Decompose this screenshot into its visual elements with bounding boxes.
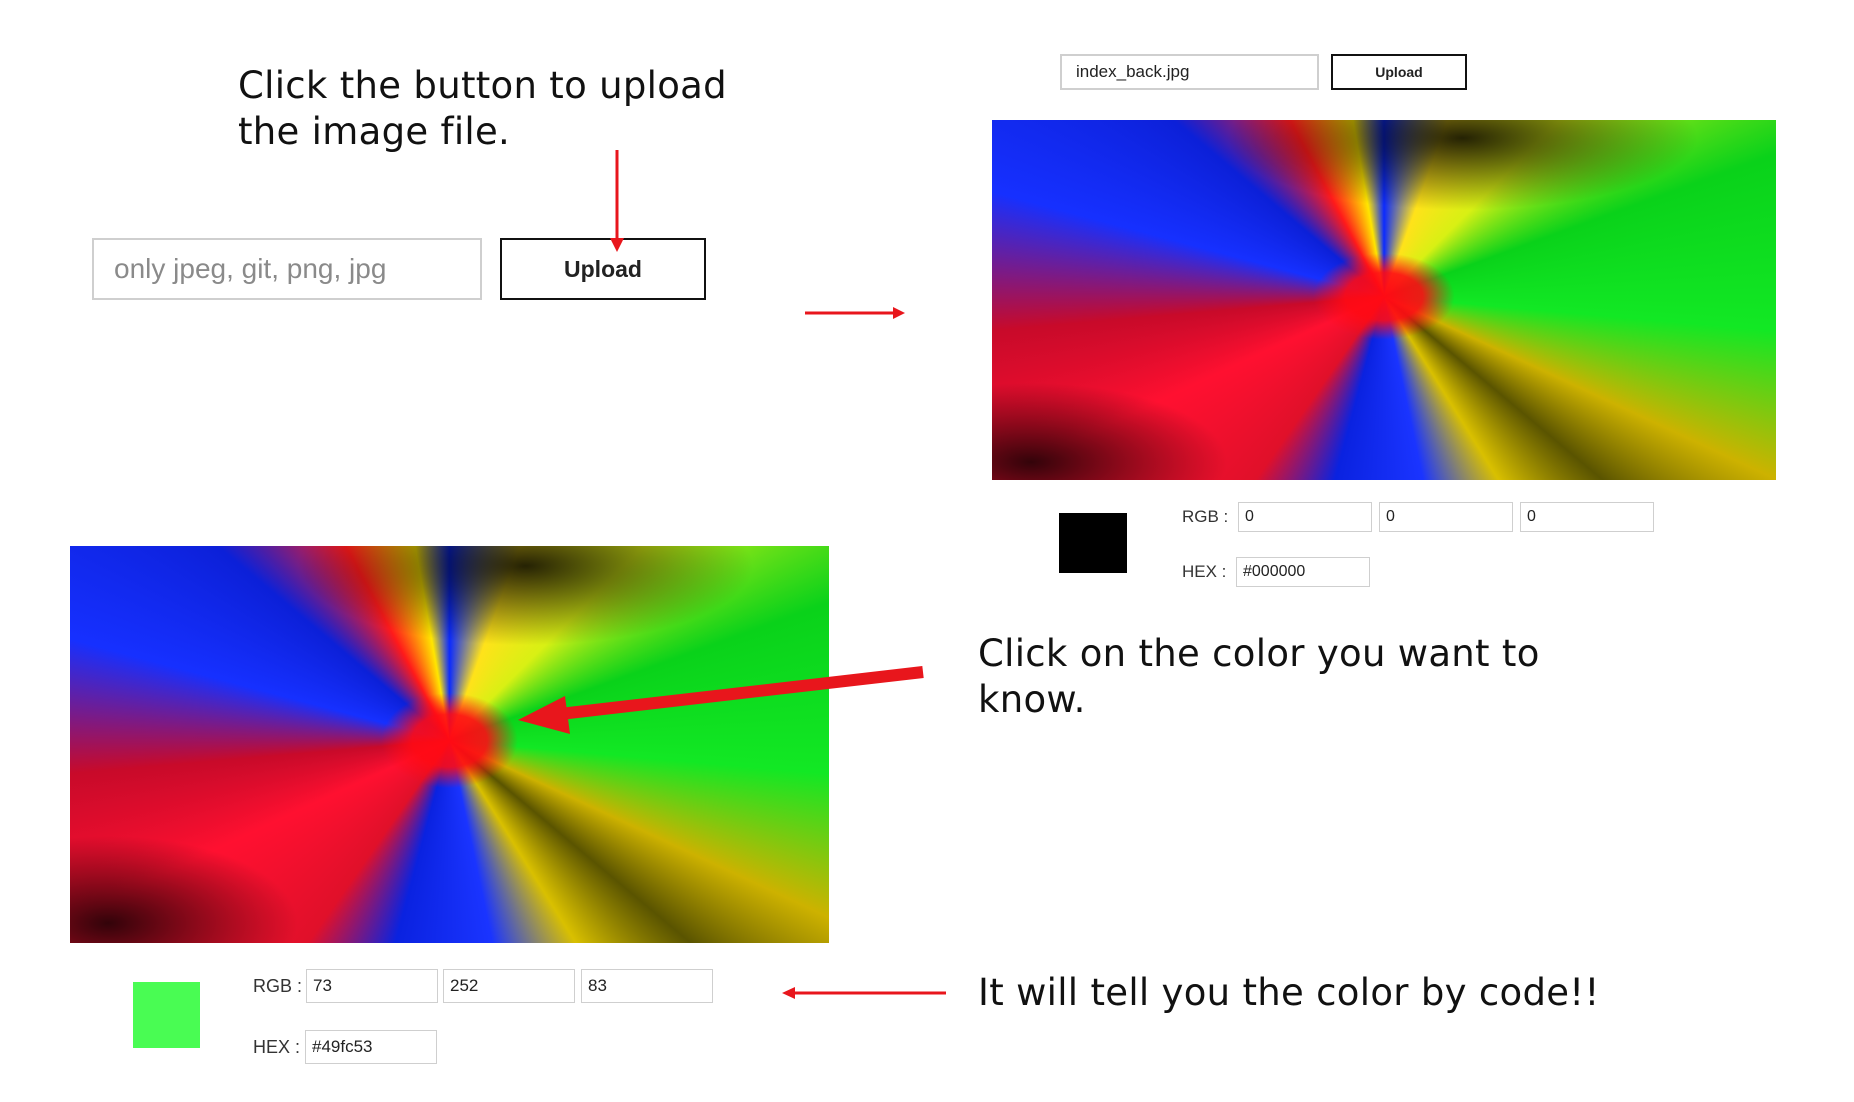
rgb-label-green: RGB : [253,976,303,996]
step2-caption-line2: know. [978,678,1086,721]
file-input-placeholder: only jpeg, git, png, jpg [114,253,387,284]
g-field-black[interactable]: 0 [1379,502,1513,532]
g-value-green: 252 [450,976,479,995]
left-arrow-icon [782,987,946,999]
hex-label-black: HEX : [1182,562,1227,581]
b-value-black: 0 [1527,508,1536,525]
file-input-filled[interactable]: index_back.jpg [1060,54,1319,90]
upload-button-loaded[interactable]: Upload [1331,54,1467,90]
r-field-black[interactable]: 0 [1238,502,1372,532]
step1-caption-line2: the image file. [238,110,511,153]
b-field-black[interactable]: 0 [1520,502,1654,532]
right-arrow-icon [805,307,905,319]
step3-caption: It will tell you the color by code!! [978,971,1600,1014]
file-input-filename: index_back.jpg [1076,62,1190,81]
file-input-empty[interactable]: only jpeg, git, png, jpg [92,238,482,300]
r-field-green[interactable]: 73 [306,969,438,1003]
g-field-green[interactable]: 252 [443,969,575,1003]
r-value-green: 73 [313,976,332,995]
down-arrow-icon [610,150,624,252]
step2-caption: Click on the color you want to know. [978,631,1540,723]
step2-caption-line1: Click on the color you want to [978,632,1540,675]
hex-value-black: #000000 [1243,563,1306,580]
rgb-label-black: RGB : [1182,507,1229,526]
r-value-black: 0 [1245,508,1254,525]
color-swatch-green [133,982,200,1048]
hex-label-green: HEX : [253,1037,301,1057]
step1-caption: Click the button to upload the image fil… [238,63,727,155]
color-swatch-black [1059,513,1127,573]
color-splash-image-picked[interactable] [70,546,829,943]
color-splash-image-preview[interactable] [992,120,1776,480]
b-field-green[interactable]: 83 [581,969,713,1003]
b-value-green: 83 [588,976,607,995]
g-value-black: 0 [1386,508,1395,525]
hex-value-green: #49fc53 [312,1037,373,1056]
step1-caption-line1: Click the button to upload [238,64,727,107]
hex-field-black[interactable]: #000000 [1236,557,1370,587]
hex-field-green[interactable]: #49fc53 [305,1030,437,1064]
upload-button-initial[interactable]: Upload [500,238,706,300]
